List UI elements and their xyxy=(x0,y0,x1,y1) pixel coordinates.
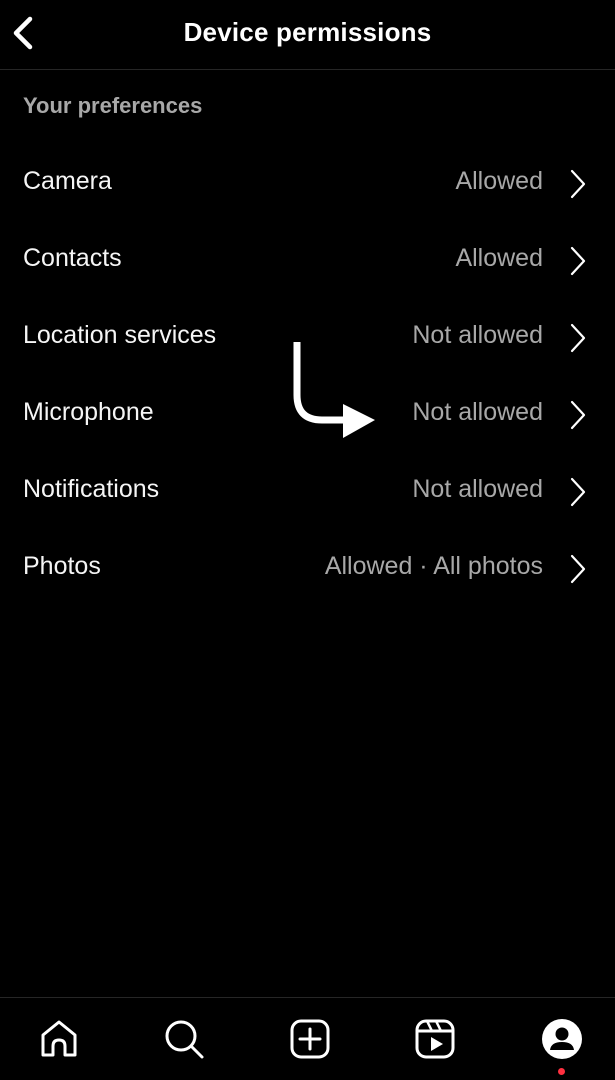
header: Device permissions xyxy=(0,0,615,70)
chevron-right-icon xyxy=(570,323,586,353)
permission-value: Not allowed xyxy=(412,475,543,503)
permission-row-camera[interactable]: Camera Allowed xyxy=(0,145,615,222)
tab-reels[interactable] xyxy=(412,1016,458,1062)
permission-value: Allowed · All photos xyxy=(324,552,543,580)
chevron-right-icon xyxy=(570,554,586,584)
permission-value: Not allowed xyxy=(412,321,543,349)
bottom-tab-bar xyxy=(0,997,615,1080)
chevron-right-icon xyxy=(570,246,586,276)
permission-label: Photos xyxy=(23,552,101,580)
permission-value: Allowed xyxy=(455,167,543,195)
chevron-right-icon xyxy=(570,477,586,507)
chevron-right-icon xyxy=(570,400,586,430)
search-icon xyxy=(165,1020,204,1059)
reels-icon xyxy=(415,1019,455,1059)
home-icon xyxy=(41,1020,77,1057)
permission-row-photos[interactable]: Photos Allowed · All photos xyxy=(0,530,615,607)
permission-label: Location services xyxy=(23,321,217,349)
tab-create[interactable] xyxy=(287,1016,333,1062)
tab-search[interactable] xyxy=(161,1016,207,1062)
permission-label: Microphone xyxy=(23,398,154,426)
permission-value: Not allowed xyxy=(412,398,543,426)
chevron-right-icon xyxy=(570,169,586,199)
permission-value: Allowed xyxy=(455,244,543,272)
device-permissions-screen: Device permissions Your preferences Came… xyxy=(0,0,615,1080)
tab-profile[interactable] xyxy=(539,1016,585,1062)
notification-dot xyxy=(558,1068,565,1075)
tab-home[interactable] xyxy=(36,1016,82,1062)
annotation-arrow-icon xyxy=(293,342,375,438)
section-label: Your preferences xyxy=(23,93,203,118)
plus-square-icon xyxy=(290,1019,330,1059)
permission-label: Contacts xyxy=(23,244,122,272)
permission-row-notifications[interactable]: Notifications Not allowed xyxy=(0,453,615,530)
profile-icon xyxy=(542,1019,582,1059)
permission-row-contacts[interactable]: Contacts Allowed xyxy=(0,222,615,299)
permission-label: Camera xyxy=(23,167,112,195)
permission-label: Notifications xyxy=(23,475,160,503)
page-title: Device permissions xyxy=(183,17,432,47)
